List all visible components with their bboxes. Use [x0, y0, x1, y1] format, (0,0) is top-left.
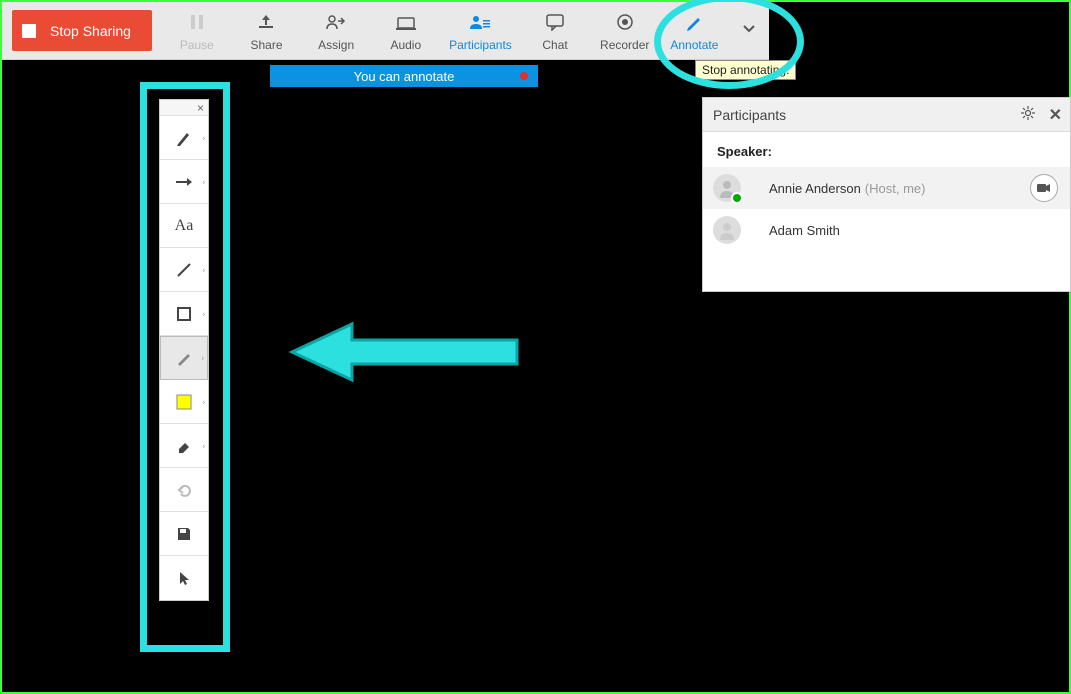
line-icon [175, 261, 193, 279]
anno-highlighter-tool[interactable]: › [160, 336, 208, 380]
pause-icon [188, 10, 206, 34]
color-icon [176, 394, 192, 410]
anno-line-tool[interactable]: › [160, 248, 208, 292]
anno-pointer-tool[interactable] [160, 556, 208, 600]
arrow-icon [174, 176, 194, 188]
toolbar-label: Audio [390, 38, 421, 52]
eraser-icon [175, 437, 193, 455]
presence-badge [731, 192, 743, 204]
highlighter-icon [175, 349, 193, 367]
anno-pen-tool[interactable]: › [160, 116, 208, 160]
anno-eraser-tool[interactable]: › [160, 424, 208, 468]
annotation-toolbar: × › › Aa › › › › › [159, 99, 209, 601]
recorder-icon [616, 10, 634, 34]
participants-panel: Participants ✕ Speaker: Annie Anderson(H… [702, 97, 1071, 292]
speaker-label: Speaker: [703, 132, 1070, 167]
toolbar-label: Assign [318, 38, 354, 52]
gear-icon[interactable] [1021, 106, 1035, 123]
participant-name: Annie Anderson(Host, me) [769, 181, 925, 196]
anno-save-tool[interactable] [160, 512, 208, 556]
avatar [713, 174, 741, 202]
stop-sharing-label: Stop Sharing [50, 23, 131, 39]
pen-icon [175, 129, 193, 147]
toolbar-pause[interactable]: Pause [162, 2, 232, 59]
chevron-right-icon: › [202, 177, 205, 186]
annotate-icon [685, 10, 703, 34]
toolbar-label: Share [250, 38, 282, 52]
chevron-right-icon: › [202, 441, 205, 450]
annotate-banner-text: You can annotate [354, 69, 455, 84]
anno-rect-tool[interactable]: › [160, 292, 208, 336]
toolbar-more[interactable] [729, 2, 769, 59]
toolbar-assign[interactable]: Assign [301, 2, 371, 59]
chevron-right-icon: › [202, 133, 205, 142]
toolbar-label: Annotate [670, 38, 718, 52]
rect-icon [176, 306, 192, 322]
camera-button[interactable] [1030, 174, 1058, 202]
text-icon: Aa [175, 217, 194, 235]
assign-icon [324, 10, 348, 34]
chevron-right-icon: › [202, 309, 205, 318]
participant-row[interactable]: Adam Smith [703, 209, 1070, 251]
save-icon [176, 526, 192, 542]
chat-icon [545, 10, 565, 34]
main-toolbar: Stop Sharing Pause Share Assign Audio Pa… [2, 2, 769, 60]
anno-arrow-tool[interactable]: › [160, 160, 208, 204]
pointer-icon [177, 570, 191, 586]
toolbar-recorder[interactable]: Recorder [590, 2, 660, 59]
share-icon [256, 10, 276, 34]
chevron-right-icon: › [202, 265, 205, 274]
chevron-down-icon [742, 17, 756, 41]
highlight-arrow [282, 312, 522, 392]
anno-undo-tool[interactable] [160, 468, 208, 512]
participant-name: Adam Smith [769, 223, 840, 238]
chevron-right-icon: › [202, 397, 205, 406]
avatar [713, 216, 741, 244]
toolbar-annotate[interactable]: Annotate [660, 2, 730, 59]
annotation-toolbar-highlight: × › › Aa › › › › › [140, 82, 230, 652]
toolbar-audio[interactable]: Audio [371, 2, 441, 59]
camera-icon [1037, 183, 1051, 193]
toolbar-label: Chat [542, 38, 567, 52]
undo-icon [175, 481, 193, 499]
chevron-right-icon: › [201, 354, 204, 363]
stop-icon [22, 24, 36, 38]
recording-dot-icon [520, 72, 528, 80]
participants-title: Participants [713, 107, 786, 123]
participants-icon [468, 10, 492, 34]
annotate-banner: You can annotate [270, 65, 538, 87]
anno-color-tool[interactable]: › [160, 380, 208, 424]
anno-text-tool[interactable]: Aa [160, 204, 208, 248]
participant-row[interactable]: Annie Anderson(Host, me) [703, 167, 1070, 209]
toolbar-share[interactable]: Share [232, 2, 302, 59]
participants-header: Participants ✕ [703, 98, 1070, 132]
annotate-tooltip: Stop annotating. [695, 60, 796, 80]
stop-sharing-button[interactable]: Stop Sharing [12, 10, 152, 51]
toolbar-label: Participants [449, 38, 512, 52]
toolbar-label: Pause [180, 38, 214, 52]
audio-icon [395, 10, 417, 34]
close-icon[interactable]: ✕ [1049, 105, 1062, 125]
toolbar-chat[interactable]: Chat [520, 2, 590, 59]
toolbar-label: Recorder [600, 38, 649, 52]
annotation-close-button[interactable]: × [160, 100, 208, 116]
toolbar-participants[interactable]: Participants [441, 2, 521, 59]
